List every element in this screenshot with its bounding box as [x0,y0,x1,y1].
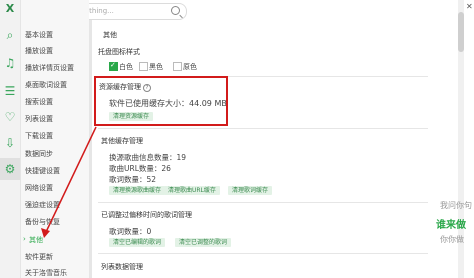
close-icon[interactable]: ✕ [466,2,473,11]
annotation-arrow [41,126,97,238]
watermark-text: 你你做 [440,235,464,244]
main-scrollbar-thumb[interactable] [458,12,464,52]
watermark-text: 我问你句 [440,201,472,210]
watermark-text: 谁来做 [436,220,466,231]
